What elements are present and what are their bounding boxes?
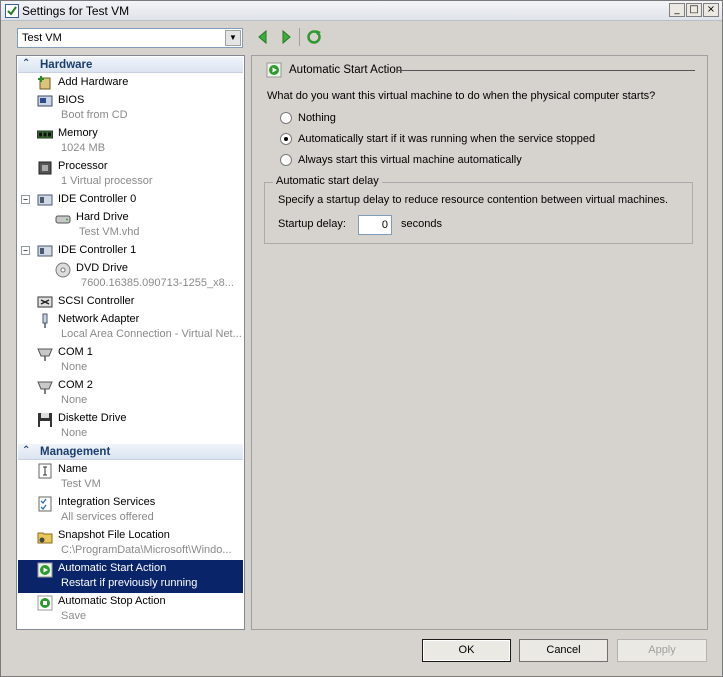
sidebar-item-diskette-drive[interactable]: Diskette Drive None xyxy=(18,410,243,443)
delay-description: Specify a startup delay to reduce resour… xyxy=(278,194,669,206)
sidebar-item-com-2[interactable]: COM 2 None xyxy=(18,377,243,410)
memory-module-icon xyxy=(37,130,53,139)
expand-collapse-icon[interactable]: − xyxy=(21,246,30,255)
name-field-icon xyxy=(38,463,52,479)
vm-selector-value: Test VM xyxy=(22,32,62,44)
panel-title: Automatic Start Action xyxy=(289,64,403,76)
radio-option-start-if-running[interactable]: Automatically start if it was running wh… xyxy=(280,132,600,148)
apply-button[interactable]: Apply xyxy=(617,639,707,662)
sidebar-item-integration-services[interactable]: Integration Services All services offere… xyxy=(18,494,243,527)
startup-delay-label: Startup delay: xyxy=(278,218,346,230)
start-action-icon xyxy=(37,562,53,578)
settings-app-icon xyxy=(5,4,19,18)
snapshot-folder-icon xyxy=(37,532,53,544)
close-button[interactable]: × xyxy=(703,3,719,17)
sidebar-item-snapshot-file-location[interactable]: Snapshot File Location C:\ProgramData\Mi… xyxy=(18,527,243,560)
radio-button[interactable] xyxy=(280,133,292,145)
radio-button[interactable] xyxy=(280,112,292,124)
sidebar-item-dvd-drive[interactable]: DVD Drive 7600.16385.090713-1255_x8... xyxy=(18,260,243,293)
radio-option-nothing[interactable]: Nothing xyxy=(280,111,360,127)
com-port-icon xyxy=(37,348,53,361)
vm-selector-dropdown[interactable]: Test VM ▼ xyxy=(17,28,243,48)
sidebar-item-network-adapter[interactable]: Network Adapter Local Area Connection - … xyxy=(18,311,243,344)
cancel-button[interactable]: Cancel xyxy=(519,639,608,662)
chevron-down-icon[interactable]: ▼ xyxy=(225,30,241,46)
ide-controller-icon xyxy=(37,245,53,257)
floppy-disk-icon xyxy=(38,413,52,427)
bios-chip-icon xyxy=(37,95,53,107)
start-action-icon xyxy=(266,62,282,78)
network-adapter-icon xyxy=(42,313,48,328)
minimize-button[interactable]: _ xyxy=(669,3,685,17)
sidebar-item-com-1[interactable]: COM 1 None xyxy=(18,344,243,377)
group-title: Automatic start delay xyxy=(273,175,382,187)
sidebar-item-automatic-start-action[interactable]: Automatic Start Action Restart if previo… xyxy=(18,560,243,593)
maximize-button[interactable]: □ xyxy=(686,3,702,17)
refresh-icon[interactable] xyxy=(306,29,322,45)
startup-delay-input[interactable]: 0 xyxy=(358,215,392,235)
sidebar-item-hard-drive[interactable]: Hard Drive Test VM.vhd xyxy=(18,209,243,242)
ok-button[interactable]: OK xyxy=(422,639,511,662)
toolbar-separator xyxy=(299,28,300,46)
hard-drive-icon xyxy=(55,215,71,224)
delay-units-label: seconds xyxy=(401,218,442,230)
scsi-controller-icon xyxy=(37,296,53,308)
collapse-chevron-icon[interactable]: ⌃ xyxy=(22,58,30,69)
sidebar-item-ide-controller-0[interactable]: − IDE Controller 0 xyxy=(18,191,243,208)
start-action-question: What do you want this virtual machine to… xyxy=(267,90,656,102)
management-section-header[interactable]: ⌃ Management xyxy=(18,444,243,460)
settings-window: Settings for Test VM _ □ × Test VM ▼ ⌃ H… xyxy=(0,0,723,677)
settings-detail-panel: Automatic Start Action What do you want … xyxy=(251,55,708,630)
add-hardware-icon xyxy=(38,76,51,90)
ide-controller-icon xyxy=(37,194,53,206)
sidebar-item-ide-controller-1[interactable]: − IDE Controller 1 xyxy=(18,242,243,259)
radio-option-always-start[interactable]: Always start this virtual machine automa… xyxy=(280,153,540,169)
collapse-chevron-icon[interactable]: ⌃ xyxy=(22,445,30,456)
radio-button[interactable] xyxy=(280,154,292,166)
sidebar-item-name[interactable]: Name Test VM xyxy=(18,461,243,494)
settings-sidebar: ⌃ Hardware Add Hardware BIOS Boot from C… xyxy=(16,55,245,630)
hardware-section-header[interactable]: ⌃ Hardware xyxy=(18,57,243,73)
processor-icon xyxy=(38,161,52,175)
window-title: Settings for Test VM xyxy=(22,4,130,18)
com-port-icon xyxy=(37,381,53,394)
forward-arrow-icon[interactable] xyxy=(278,29,294,45)
sidebar-item-bios[interactable]: BIOS Boot from CD xyxy=(18,92,243,125)
integration-services-icon xyxy=(38,496,52,512)
automatic-start-delay-group: Automatic start delay Specify a startup … xyxy=(264,175,693,244)
sidebar-item-add-hardware[interactable]: Add Hardware xyxy=(18,74,243,91)
stop-action-icon xyxy=(37,595,53,611)
dvd-disc-icon xyxy=(55,262,71,278)
sidebar-item-automatic-stop-action[interactable]: Automatic Stop Action Save xyxy=(18,593,243,626)
expand-collapse-icon[interactable]: − xyxy=(21,195,30,204)
sidebar-item-memory[interactable]: Memory 1024 MB xyxy=(18,125,243,158)
title-divider xyxy=(397,70,695,71)
title-bar: Settings for Test VM _ □ × xyxy=(1,1,722,21)
back-arrow-icon[interactable] xyxy=(255,29,271,45)
sidebar-item-scsi-controller[interactable]: SCSI Controller xyxy=(18,293,243,310)
sidebar-item-processor[interactable]: Processor 1 Virtual processor xyxy=(18,158,243,191)
